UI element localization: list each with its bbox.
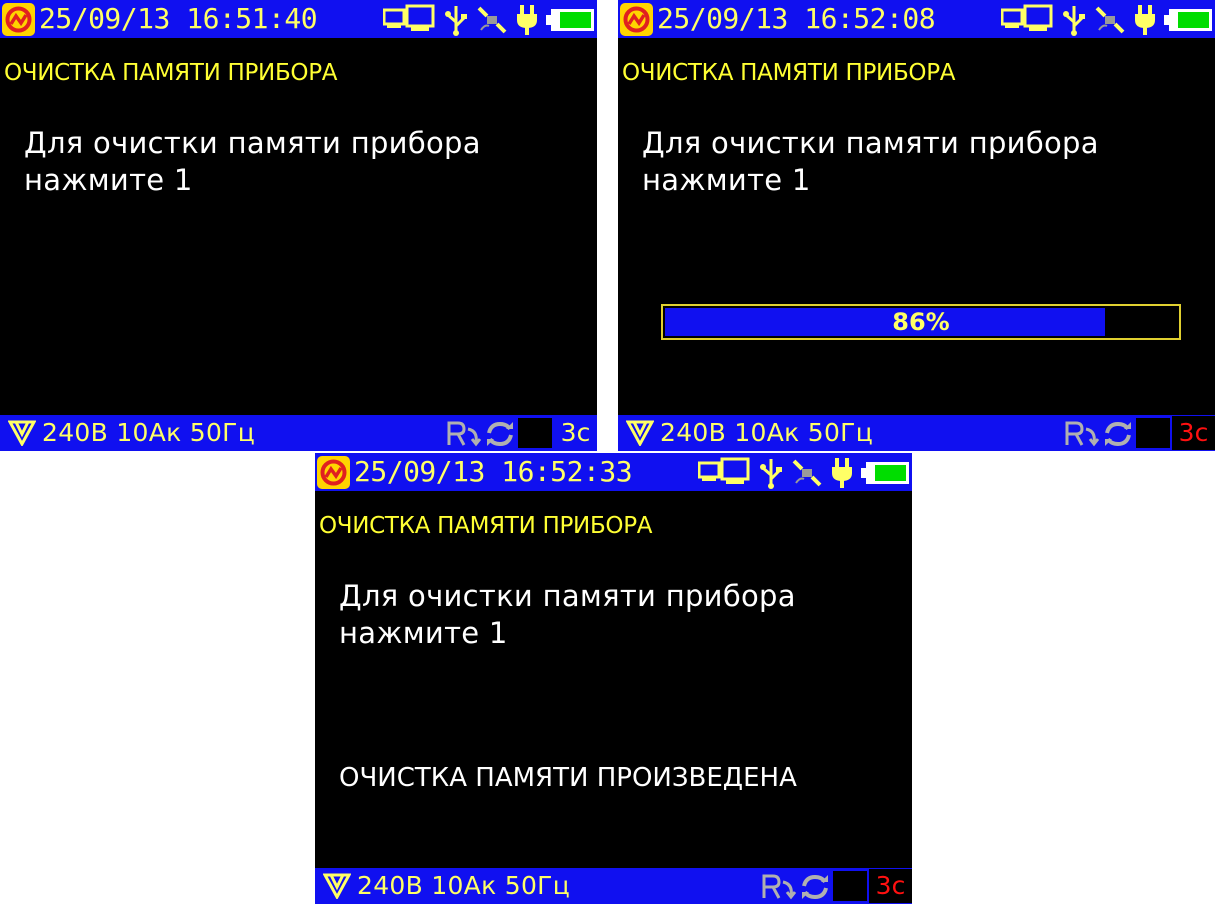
instruction-text: Для очистки памяти прибора нажмите 1 [24,125,481,199]
instruction-text: Для очистки памяти прибора нажмите 1 [339,578,796,652]
instruction-line-1: Для очистки памяти прибора [339,579,796,613]
power-plug-icon [1135,5,1155,35]
progress-bar: 86% [661,304,1181,340]
battery-icon [861,462,909,484]
sync-icon [802,874,828,900]
progress-label: 86% [892,308,950,336]
usb-icon [760,459,782,489]
instruction-line-1: Для очистки памяти прибора [24,126,481,160]
satellite-icon [1095,6,1125,34]
filter-icon [8,420,36,446]
instruction-line-2: нажмите 1 [24,163,193,197]
usb-icon [445,6,467,36]
usb-icon [1063,6,1085,36]
logo-icon [317,456,350,489]
device-screen-1: 25/09/13 16:51:40 ОЧИСТКА ПАМЯТИ ПРИБОРА… [0,0,597,451]
measurement-status: 240В 10Ак 50Гц [357,871,571,900]
datetime-display: 25/09/13 16:51:40 [39,2,318,35]
instruction-line-2: нажмите 1 [642,163,811,197]
bottom-status-bar: 240В 10Ак 50Гц 3с [315,868,912,904]
computer-icon [383,4,435,31]
power-plug-icon [832,458,852,488]
timer-indicator: 3с [869,869,912,903]
top-status-bar: 25/09/13 16:52:08 [618,0,1215,38]
top-status-bar: 25/09/13 16:51:40 [0,0,597,38]
measurement-status: 240В 10Ак 50Гц [660,418,874,447]
top-status-bar: 25/09/13 16:52:33 [315,453,912,491]
battery-icon [546,9,594,31]
power-plug-icon [517,5,537,35]
indicator-box [833,871,867,901]
completion-message: ОЧИСТКА ПАМЯТИ ПРОИЗВЕДЕНА [339,763,797,793]
datetime-display: 25/09/13 16:52:33 [354,455,633,488]
instruction-line-1: Для очистки памяти прибора [642,126,1099,160]
instruction-text: Для очистки памяти прибора нажмите 1 [642,125,1099,199]
timer-indicator: 3с [554,416,597,450]
device-screen-2: 25/09/13 16:52:08 ОЧИСТКА ПАМЯТИ ПРИБОРА… [618,0,1215,451]
logo-icon [620,3,653,36]
recording-icon [1065,421,1100,447]
page-title: ОЧИСТКА ПАМЯТИ ПРИБОРА [622,60,956,86]
indicator-box [518,418,552,448]
filter-icon [323,873,351,899]
filter-icon [626,420,654,446]
bottom-status-bar: 240В 10Ак 50Гц 3с [0,415,597,451]
satellite-icon [792,459,822,487]
indicator-box [1136,418,1170,448]
device-screen-3: 25/09/13 16:52:33 ОЧИСТКА ПАМЯТИ ПРИБОРА… [315,453,912,904]
instruction-line-2: нажмите 1 [339,616,508,650]
page-title: ОЧИСТКА ПАМЯТИ ПРИБОРА [319,513,653,539]
recording-icon [762,874,797,900]
logo-icon [2,3,35,36]
timer-indicator: 3с [1172,416,1215,450]
satellite-icon [477,6,507,34]
sync-icon [487,421,513,447]
sync-icon [1105,421,1131,447]
recording-icon [447,421,482,447]
measurement-status: 240В 10Ак 50Гц [42,418,256,447]
battery-icon [1164,9,1212,31]
datetime-display: 25/09/13 16:52:08 [657,2,936,35]
page-title: ОЧИСТКА ПАМЯТИ ПРИБОРА [4,60,338,86]
bottom-status-bar: 240В 10Ак 50Гц 3с [618,415,1215,451]
computer-icon [698,457,750,484]
computer-icon [1001,4,1053,31]
